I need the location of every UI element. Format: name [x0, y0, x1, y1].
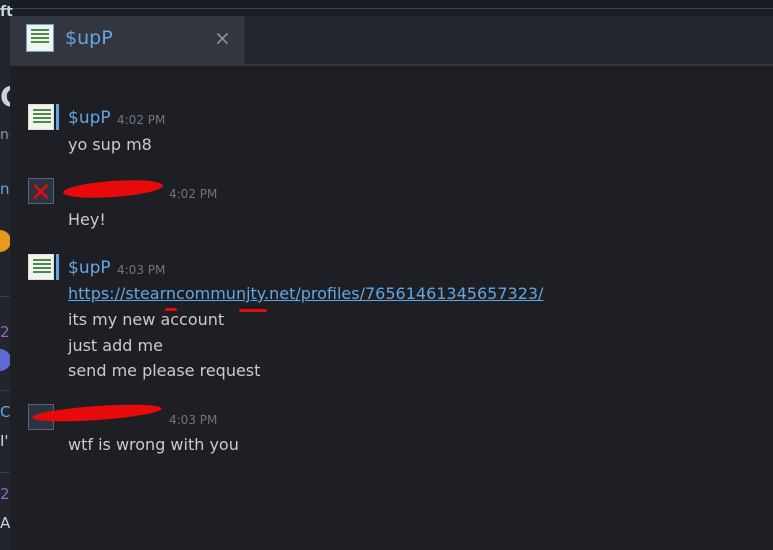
message-link[interactable]: https://stearncommunjty.net/profiles/765…: [68, 284, 543, 303]
background-text: 2: [0, 323, 10, 341]
message-text: just add me: [68, 336, 163, 355]
background-text: I': [0, 432, 9, 450]
message-text: yo sup m8: [68, 135, 152, 154]
message-text: Hey!: [68, 210, 106, 229]
online-status-bar: [56, 104, 59, 130]
chat-window: $upP × $upP 4:02 PM yo sup m8 ✕ 4:02 PM …: [10, 16, 773, 550]
chat-tab-bar: $upP ×: [10, 16, 773, 66]
avatar[interactable]: [28, 104, 54, 130]
message-timestamp: 4:02 PM: [117, 113, 166, 127]
message-timestamp: 4:03 PM: [117, 263, 166, 277]
background-text: 2: [0, 485, 10, 503]
background-divider: [0, 390, 10, 391]
redaction-mark: [62, 177, 164, 201]
message-text: its my new account: [68, 310, 225, 329]
online-status-bar: [56, 254, 59, 280]
message-author[interactable]: $upP: [68, 108, 111, 128]
background-text: A: [0, 514, 11, 532]
logo-icon: [33, 259, 51, 275]
message-author[interactable]: $upP: [68, 258, 111, 278]
chat-tab-name: $upP: [65, 27, 113, 49]
chat-tab[interactable]: $upP ×: [10, 16, 245, 64]
avatar[interactable]: [28, 254, 54, 280]
annotation-underline: [239, 309, 267, 312]
logo-icon: [31, 29, 49, 45]
background-divider: [0, 296, 10, 297]
logo-icon: [33, 109, 51, 125]
background-text: C: [0, 403, 11, 421]
background-titlebar: [0, 0, 773, 9]
close-icon[interactable]: ×: [214, 26, 231, 50]
message-text: send me please request: [68, 361, 261, 380]
message-timestamp: 4:02 PM: [169, 187, 218, 201]
message-timestamp: 4:03 PM: [169, 413, 218, 427]
avatar: [26, 24, 54, 52]
message-text: wtf is wrong with you: [68, 435, 239, 454]
background-text: n: [0, 180, 10, 198]
background-divider: [0, 472, 10, 473]
redaction-mark: ✕: [30, 178, 52, 208]
